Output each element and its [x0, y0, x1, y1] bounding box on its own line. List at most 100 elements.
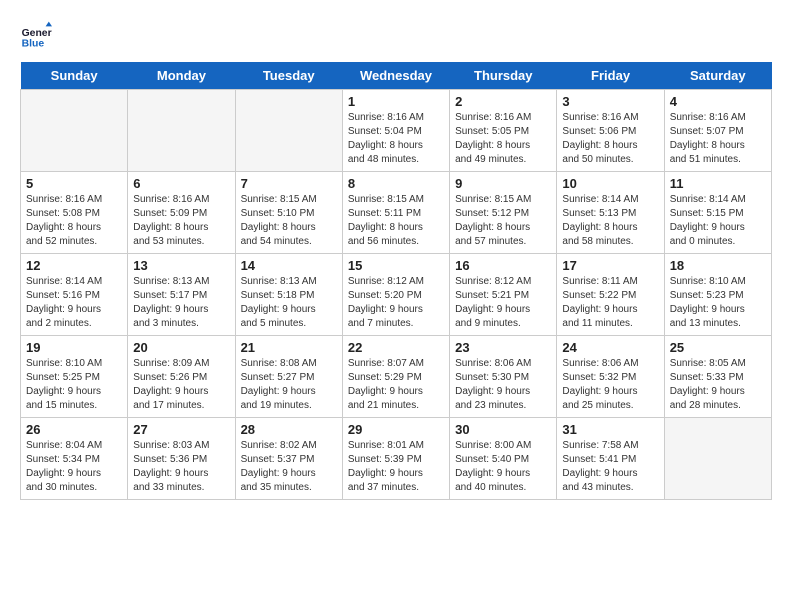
day-number: 16 — [455, 258, 551, 273]
day-number: 5 — [26, 176, 122, 191]
day-info: Sunrise: 8:15 AM Sunset: 5:11 PM Dayligh… — [348, 193, 444, 249]
day-number: 2 — [455, 94, 551, 109]
calendar-cell-w2d0: 12 Sunrise: 8:14 AM Sunset: 5:16 PM Dayli… — [21, 254, 128, 336]
calendar-cell-w4d4: 30 Sunrise: 8:00 AM Sunset: 5:40 PM Dayli… — [450, 418, 557, 500]
day-info: Sunrise: 8:11 AM Sunset: 5:22 PM Dayligh… — [562, 275, 658, 331]
day-number: 31 — [562, 422, 658, 437]
calendar-cell-w0d4: 2 Sunrise: 8:16 AM Sunset: 5:05 PM Daylig… — [450, 90, 557, 172]
day-info: Sunrise: 8:10 AM Sunset: 5:25 PM Dayligh… — [26, 357, 122, 413]
day-info: Sunrise: 8:15 AM Sunset: 5:12 PM Dayligh… — [455, 193, 551, 249]
day-info: Sunrise: 8:13 AM Sunset: 5:17 PM Dayligh… — [133, 275, 229, 331]
day-info: Sunrise: 8:12 AM Sunset: 5:21 PM Dayligh… — [455, 275, 551, 331]
day-info: Sunrise: 8:07 AM Sunset: 5:29 PM Dayligh… — [348, 357, 444, 413]
calendar-cell-w4d5: 31 Sunrise: 7:58 AM Sunset: 5:41 PM Dayli… — [557, 418, 664, 500]
calendar-cell-w3d1: 20 Sunrise: 8:09 AM Sunset: 5:26 PM Dayli… — [128, 336, 235, 418]
day-number: 4 — [670, 94, 766, 109]
svg-text:General: General — [22, 28, 52, 39]
day-number: 10 — [562, 176, 658, 191]
day-info: Sunrise: 8:16 AM Sunset: 5:06 PM Dayligh… — [562, 111, 658, 167]
day-info: Sunrise: 8:06 AM Sunset: 5:32 PM Dayligh… — [562, 357, 658, 413]
day-number: 22 — [348, 340, 444, 355]
day-info: Sunrise: 8:15 AM Sunset: 5:10 PM Dayligh… — [241, 193, 337, 249]
day-number: 23 — [455, 340, 551, 355]
day-info: Sunrise: 8:12 AM Sunset: 5:20 PM Dayligh… — [348, 275, 444, 331]
day-info: Sunrise: 8:13 AM Sunset: 5:18 PM Dayligh… — [241, 275, 337, 331]
calendar-cell-w0d3: 1 Sunrise: 8:16 AM Sunset: 5:04 PM Daylig… — [342, 90, 449, 172]
day-number: 6 — [133, 176, 229, 191]
weekday-header-sunday: Sunday — [21, 62, 128, 90]
day-info: Sunrise: 8:16 AM Sunset: 5:04 PM Dayligh… — [348, 111, 444, 167]
day-info: Sunrise: 7:58 AM Sunset: 5:41 PM Dayligh… — [562, 439, 658, 495]
calendar-cell-w2d4: 16 Sunrise: 8:12 AM Sunset: 5:21 PM Dayli… — [450, 254, 557, 336]
calendar-cell-w4d2: 28Sunrise: 8:02 AM Sunset: 5:37 PM Dayli… — [235, 418, 342, 500]
weekday-header-monday: Monday — [128, 62, 235, 90]
day-info: Sunrise: 8:04 AM Sunset: 5:34 PM Dayligh… — [26, 439, 122, 495]
day-number: 18 — [670, 258, 766, 273]
calendar-cell-w1d3: 8 Sunrise: 8:15 AM Sunset: 5:11 PM Daylig… — [342, 172, 449, 254]
calendar-cell-w0d5: 3 Sunrise: 8:16 AM Sunset: 5:06 PM Daylig… — [557, 90, 664, 172]
day-number: 26 — [26, 422, 122, 437]
day-number: 3 — [562, 94, 658, 109]
day-info: Sunrise: 8:00 AM Sunset: 5:40 PM Dayligh… — [455, 439, 551, 495]
calendar-cell-w0d2 — [235, 90, 342, 172]
calendar-cell-w2d3: 15Sunrise: 8:12 AM Sunset: 5:20 PM Dayli… — [342, 254, 449, 336]
day-number: 27 — [133, 422, 229, 437]
day-number: 19 — [26, 340, 122, 355]
calendar-cell-w4d1: 27 Sunrise: 8:03 AM Sunset: 5:36 PM Dayli… — [128, 418, 235, 500]
day-info: Sunrise: 8:10 AM Sunset: 5:23 PM Dayligh… — [670, 275, 766, 331]
day-number: 13 — [133, 258, 229, 273]
day-info: Sunrise: 8:14 AM Sunset: 5:15 PM Dayligh… — [670, 193, 766, 249]
calendar-cell-w3d5: 24 Sunrise: 8:06 AM Sunset: 5:32 PM Dayli… — [557, 336, 664, 418]
day-number: 9 — [455, 176, 551, 191]
day-number: 7 — [241, 176, 337, 191]
calendar-cell-w2d6: 18 Sunrise: 8:10 AM Sunset: 5:23 PM Dayli… — [664, 254, 771, 336]
day-number: 25 — [670, 340, 766, 355]
calendar-cell-w3d6: 25 Sunrise: 8:05 AM Sunset: 5:33 PM Dayli… — [664, 336, 771, 418]
calendar-cell-w1d2: 7 Sunrise: 8:15 AM Sunset: 5:10 PM Daylig… — [235, 172, 342, 254]
weekday-header-tuesday: Tuesday — [235, 62, 342, 90]
day-number: 8 — [348, 176, 444, 191]
day-info: Sunrise: 8:03 AM Sunset: 5:36 PM Dayligh… — [133, 439, 229, 495]
day-number: 29 — [348, 422, 444, 437]
calendar-cell-w3d4: 23 Sunrise: 8:06 AM Sunset: 5:30 PM Dayli… — [450, 336, 557, 418]
day-info: Sunrise: 8:08 AM Sunset: 5:27 PM Dayligh… — [241, 357, 337, 413]
calendar-cell-w4d6 — [664, 418, 771, 500]
svg-text:Blue: Blue — [22, 38, 45, 49]
calendar-cell-w3d2: 21Sunrise: 8:08 AM Sunset: 5:27 PM Dayli… — [235, 336, 342, 418]
day-number: 30 — [455, 422, 551, 437]
day-info: Sunrise: 8:16 AM Sunset: 5:07 PM Dayligh… — [670, 111, 766, 167]
calendar-cell-w1d5: 10 Sunrise: 8:14 AM Sunset: 5:13 PM Dayli… — [557, 172, 664, 254]
day-info: Sunrise: 8:16 AM Sunset: 5:05 PM Dayligh… — [455, 111, 551, 167]
calendar-cell-w1d4: 9 Sunrise: 8:15 AM Sunset: 5:12 PM Daylig… — [450, 172, 557, 254]
calendar-table: SundayMondayTuesdayWednesdayThursdayFrid… — [20, 62, 772, 500]
calendar-cell-w0d0 — [21, 90, 128, 172]
weekday-header-thursday: Thursday — [450, 62, 557, 90]
weekday-header-friday: Friday — [557, 62, 664, 90]
calendar-cell-w1d6: 11 Sunrise: 8:14 AM Sunset: 5:15 PM Dayli… — [664, 172, 771, 254]
weekday-header-saturday: Saturday — [664, 62, 771, 90]
day-number: 28 — [241, 422, 337, 437]
day-info: Sunrise: 8:09 AM Sunset: 5:26 PM Dayligh… — [133, 357, 229, 413]
calendar-cell-w0d1 — [128, 90, 235, 172]
calendar-cell-w4d0: 26 Sunrise: 8:04 AM Sunset: 5:34 PM Dayli… — [21, 418, 128, 500]
calendar-cell-w3d3: 22 Sunrise: 8:07 AM Sunset: 5:29 PM Dayli… — [342, 336, 449, 418]
day-info: Sunrise: 8:05 AM Sunset: 5:33 PM Dayligh… — [670, 357, 766, 413]
calendar-cell-w3d0: 19 Sunrise: 8:10 AM Sunset: 5:25 PM Dayli… — [21, 336, 128, 418]
logo: General Blue — [20, 20, 56, 52]
logo-icon: General Blue — [20, 20, 52, 52]
day-number: 12 — [26, 258, 122, 273]
day-number: 11 — [670, 176, 766, 191]
day-number: 14 — [241, 258, 337, 273]
day-info: Sunrise: 8:16 AM Sunset: 5:09 PM Dayligh… — [133, 193, 229, 249]
day-number: 1 — [348, 94, 444, 109]
day-info: Sunrise: 8:14 AM Sunset: 5:16 PM Dayligh… — [26, 275, 122, 331]
day-info: Sunrise: 8:14 AM Sunset: 5:13 PM Dayligh… — [562, 193, 658, 249]
day-number: 20 — [133, 340, 229, 355]
calendar-cell-w2d1: 13 Sunrise: 8:13 AM Sunset: 5:17 PM Dayli… — [128, 254, 235, 336]
day-info: Sunrise: 8:16 AM Sunset: 5:08 PM Dayligh… — [26, 193, 122, 249]
calendar-cell-w4d3: 29Sunrise: 8:01 AM Sunset: 5:39 PM Dayli… — [342, 418, 449, 500]
day-number: 24 — [562, 340, 658, 355]
day-number: 17 — [562, 258, 658, 273]
page-header: General Blue — [20, 20, 772, 52]
day-info: Sunrise: 8:06 AM Sunset: 5:30 PM Dayligh… — [455, 357, 551, 413]
